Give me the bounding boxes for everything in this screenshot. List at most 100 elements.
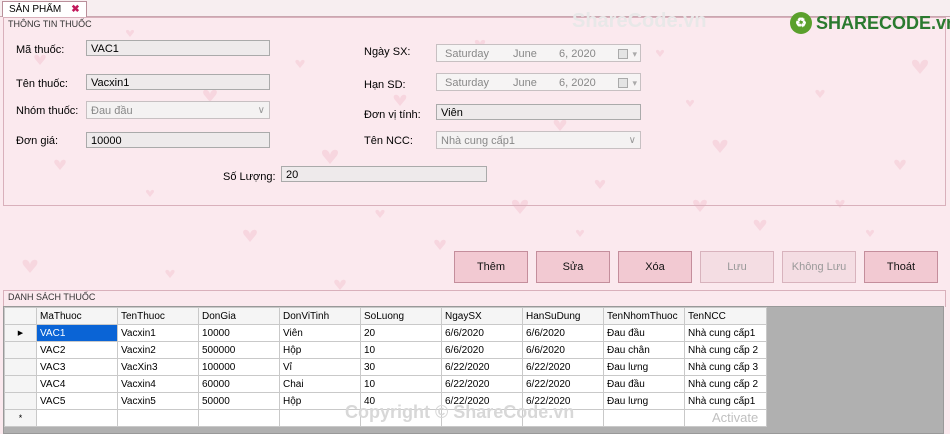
table-cell[interactable]: 10 [360, 341, 442, 359]
sua-button[interactable]: Sửa [536, 251, 610, 283]
them-button[interactable]: Thêm [454, 251, 528, 283]
thoat-button[interactable]: Thoát [864, 251, 938, 283]
table-cell[interactable] [198, 409, 280, 427]
heart-decoration [753, 219, 767, 231]
table-cell[interactable]: Vacxin1 [117, 324, 199, 342]
table-cell[interactable]: VAC3 [36, 358, 118, 376]
so-luong-label: Số Lượng: [223, 171, 276, 183]
table-cell[interactable]: 6/6/2020 [522, 341, 604, 359]
table-cell[interactable]: 6/22/2020 [522, 358, 604, 376]
table-cell[interactable]: VacXin3 [117, 358, 199, 376]
chevron-down-icon[interactable]: ▾ [632, 74, 637, 92]
table-cell[interactable]: Nhà cung cấp 2 [684, 341, 767, 359]
ngay-sx-datepicker[interactable]: Saturday June 6, 2020 ▾ [436, 44, 641, 62]
heart-decoration [375, 209, 385, 218]
table-cell[interactable] [603, 409, 685, 427]
table-cell[interactable]: 60000 [198, 375, 280, 393]
table-cell[interactable]: 6/22/2020 [441, 375, 523, 393]
han-sd-datepicker[interactable]: Saturday June 6, 2020 ▾ [436, 73, 641, 91]
row-header[interactable] [4, 341, 37, 359]
table-cell[interactable]: 30 [360, 358, 442, 376]
table-cell[interactable]: Đau lưng [603, 392, 685, 410]
table-cell[interactable] [36, 409, 118, 427]
xoa-button[interactable]: Xóa [618, 251, 692, 283]
row-header[interactable]: ▶ [4, 324, 37, 342]
ten-ncc-select[interactable]: Nhà cung cấp1 ∨ [436, 131, 641, 149]
so-luong-field[interactable]: 20 [281, 166, 487, 182]
table-cell[interactable]: 6/22/2020 [441, 358, 523, 376]
row-header[interactable] [4, 392, 37, 410]
ngay-sx-day: 6, 2020 [559, 48, 596, 60]
calendar-icon[interactable] [618, 49, 628, 59]
table-cell[interactable]: Vỉ [279, 358, 361, 376]
table-cell[interactable]: Nhà cung cấp1 [684, 392, 767, 410]
table-cell[interactable]: Vacxin2 [117, 341, 199, 359]
ngay-sx-weekday: Saturday [445, 48, 490, 60]
table-cell[interactable]: Vacxin4 [117, 375, 199, 393]
table-cell[interactable]: VAC5 [36, 392, 118, 410]
col-header[interactable]: TenNCC [684, 307, 767, 325]
table-cell[interactable]: Hộp [279, 341, 361, 359]
table-cell[interactable]: Đau đầu [603, 324, 685, 342]
table-cell[interactable]: Nhà cung cấp 3 [684, 358, 767, 376]
nhom-thuoc-value: Đau đầu [91, 105, 133, 117]
nhom-thuoc-select[interactable]: Đau đầu ∨ [86, 101, 270, 119]
chevron-down-icon[interactable]: ▾ [632, 45, 637, 63]
ten-thuoc-field[interactable]: Vacxin1 [86, 74, 270, 90]
activate-watermark: Activate [712, 410, 759, 425]
heart-decoration [434, 239, 446, 250]
col-header[interactable]: MaThuoc [36, 307, 118, 325]
table-cell[interactable]: Nhà cung cấp1 [684, 324, 767, 342]
close-icon[interactable]: ✖ [71, 4, 79, 15]
col-header[interactable]: DonGia [198, 307, 280, 325]
table-cell[interactable]: 6/6/2020 [441, 341, 523, 359]
table-row[interactable]: VAC2 Vacxin2 500000 Hộp 10 6/6/2020 6/6/2020 Đa… [4, 341, 767, 359]
khong-luu-button[interactable]: Không Lưu [782, 251, 856, 283]
col-header[interactable]: HanSuDung [522, 307, 604, 325]
chevron-down-icon[interactable]: ∨ [629, 132, 636, 150]
table-cell[interactable]: Viên [279, 324, 361, 342]
logo-icon: ♻ [790, 12, 812, 34]
table-cell[interactable]: 10 [360, 375, 442, 393]
col-header[interactable]: TenNhomThuoc [603, 307, 685, 325]
col-header[interactable]: TenThuoc [117, 307, 199, 325]
table-cell[interactable]: Vacxin5 [117, 392, 199, 410]
table-cell[interactable]: 100000 [198, 358, 280, 376]
luu-button[interactable]: Lưu [700, 251, 774, 283]
chevron-down-icon[interactable]: ∨ [258, 102, 265, 120]
heart-decoration [575, 229, 585, 237]
table-cell[interactable]: VAC1 [36, 324, 118, 342]
info-group-title: THÔNG TIN THUỐC [8, 19, 92, 29]
table-row[interactable]: ▶ VAC1 Vacxin1 10000 Viên 20 6/6/2020 6/6/2020 Đ… [4, 324, 767, 342]
calendar-icon[interactable] [618, 78, 628, 88]
table-cell[interactable]: 6/22/2020 [522, 375, 604, 393]
don-vi-tinh-field[interactable]: Viên [436, 104, 641, 120]
table-cell[interactable]: 6/6/2020 [441, 324, 523, 342]
table-cell[interactable]: Đau lưng [603, 358, 685, 376]
row-header[interactable] [4, 375, 37, 393]
header-row: MaThuoc TenThuoc DonGia DonViTinh SoLuon… [4, 307, 767, 325]
col-header[interactable]: NgaySX [441, 307, 523, 325]
table-row[interactable]: VAC3 VacXin3 100000 Vỉ 30 6/22/2020 6/22/2020 Đ… [4, 358, 767, 376]
table-cell[interactable]: Nhà cung cấp 2 [684, 375, 767, 393]
table-cell[interactable]: VAC2 [36, 341, 118, 359]
don-gia-field[interactable]: 10000 [86, 132, 270, 148]
heart-decoration [865, 229, 875, 237]
table-cell[interactable]: 500000 [198, 341, 280, 359]
col-header[interactable]: DonViTinh [279, 307, 361, 325]
table-cell[interactable]: VAC4 [36, 375, 118, 393]
table-cell[interactable]: 10000 [198, 324, 280, 342]
table-row[interactable]: VAC4 Vacxin4 60000 Chai 10 6/22/2020 6/22/2020… [4, 375, 767, 393]
tab-san-pham[interactable]: SẢN PHẨM ✖ [2, 1, 87, 17]
table-cell[interactable]: Chai [279, 375, 361, 393]
table-cell[interactable] [117, 409, 199, 427]
ma-thuoc-field[interactable]: VAC1 [86, 40, 270, 56]
table-cell[interactable]: 50000 [198, 392, 280, 410]
table-cell[interactable]: Đau chân [603, 341, 685, 359]
table-cell[interactable]: 20 [360, 324, 442, 342]
table-cell[interactable]: Đau đầu [603, 375, 685, 393]
col-header[interactable]: SoLuong [360, 307, 442, 325]
table-cell[interactable]: 6/6/2020 [522, 324, 604, 342]
row-header[interactable] [4, 358, 37, 376]
tab-label: SẢN PHẨM [9, 4, 62, 15]
